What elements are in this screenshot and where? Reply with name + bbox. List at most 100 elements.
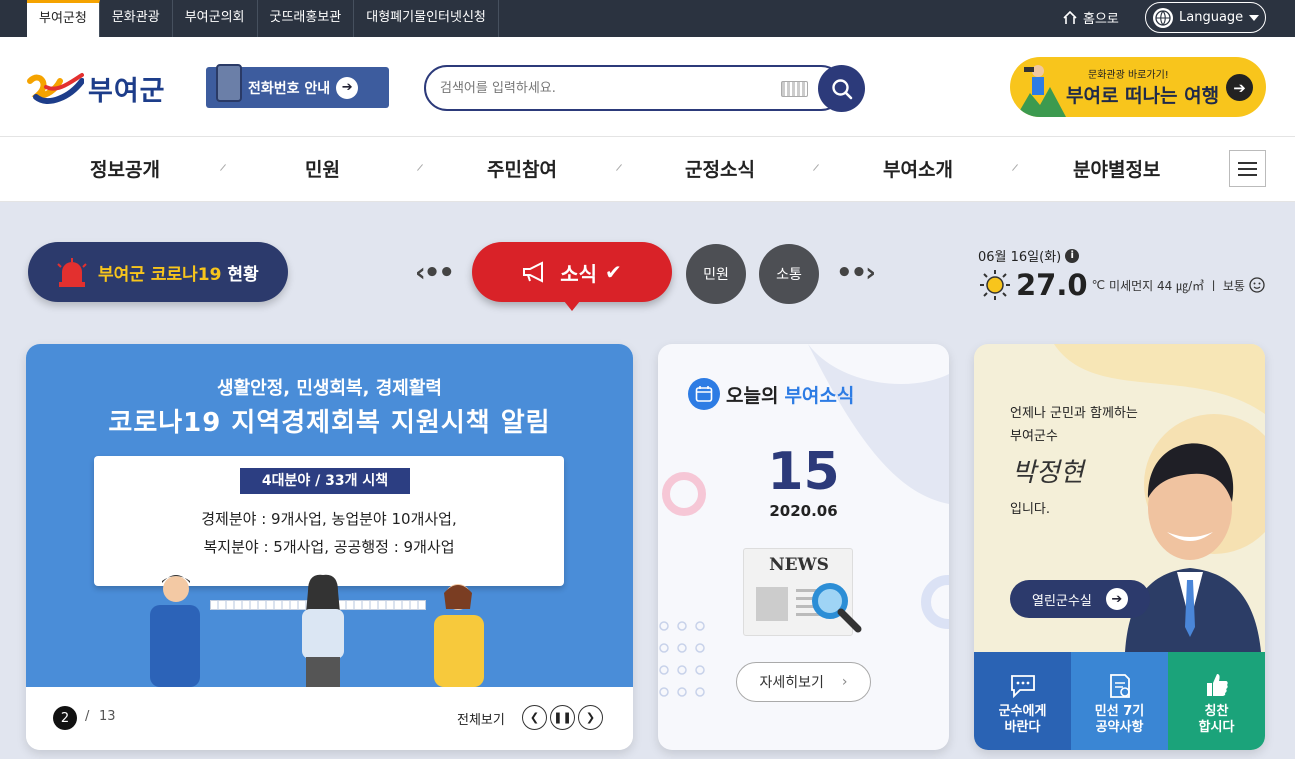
home-icon [1063,10,1077,24]
covid-status-label: 부여군 코로나19 현황 [98,260,259,285]
covid-label-suffix: 현황 [227,264,259,285]
main-content: 부여군 코로나19 현황 ‹•• 소식 ✔ 민원 소통 ••› 06월 16일(… [0,202,1295,759]
tab-culture-tourism[interactable]: 문화관광 [100,0,173,37]
menu-line [1238,161,1257,164]
banner-subtitle: 문화관광 바로가기! [1088,70,1169,81]
phone-guide-button[interactable]: 전화번호 안내 ➔ [206,63,389,108]
open-mayor-office-button[interactable]: 열린군수실 ➔ [1010,580,1150,618]
slide-line-1: 경제분야 : 9개사업, 농업분야 10개사업, [201,510,457,528]
covid-status-button[interactable]: 부여군 코로나19 현황 [28,242,288,302]
mayor-intro-line-3: 입니다. [1010,502,1051,517]
mayor-intro-line-1: 언제나 군민과 함께하는 [1010,406,1138,421]
tab-buyeo-county[interactable]: 부여군청 [27,0,100,37]
header: 부여군 전화번호 안내 ➔ 문화관광 바로가기! 부여로 떠나는 여행 ➔ [0,37,1295,137]
home-link[interactable]: 홈으로 [1062,8,1119,27]
tab-communication[interactable]: 소통 [759,244,819,304]
tab-news-label: 소식 [560,261,598,286]
search-box [424,65,844,111]
person-illustration [434,584,484,687]
date-text: 06월 16일(화) [978,250,1062,265]
next-tab-arrow[interactable]: ••› [836,258,876,288]
globe-icon [1153,7,1173,28]
person-illustration [302,574,344,687]
search-input[interactable] [440,67,770,109]
newspaper-icon[interactable]: NEWS [743,548,862,636]
tab-news[interactable]: 소식 ✔ [472,242,672,311]
tab-civil[interactable]: 민원 [686,244,746,304]
nav-field-info[interactable]: 분야별정보 [1073,155,1160,182]
today-day: 15 [767,442,840,502]
menu-line [1238,173,1257,176]
tab-county-council[interactable]: 부여군의회 [173,0,258,37]
detail-view-button[interactable]: 자세히보기 › [736,662,871,702]
newspaper-photo [756,587,788,621]
arrow-right-icon: ➔ [336,76,359,99]
mayor-intro-line-2: 부여군수 [1010,429,1058,444]
smartphone-icon [216,63,242,102]
view-all-link[interactable]: 전체보기 [457,709,505,728]
slide-subtitle: 생활안정, 민생회복, 경제활력 [217,378,442,399]
tile-request-to-mayor[interactable]: 군수에게 바란다 [974,652,1071,750]
phone-guide-label: 전화번호 안내 [248,80,331,97]
language-label: Language [1179,10,1244,25]
tile-compliment[interactable]: 칭찬 합시다 [1168,652,1265,750]
today-news-title: 오늘의 부여소식 [688,378,854,410]
tab-large-waste[interactable]: 대형폐기물인터넷신청 [354,0,499,37]
nav-participation[interactable]: 주민참여 [487,155,557,182]
fine-dust-info: 미세먼지 44 ㎍/㎥ ㅣ 보통 [1109,278,1245,293]
thumbs-up-icon [1206,674,1228,696]
search-button[interactable] [818,65,865,112]
temperature: 27.0 [1016,268,1088,302]
hamburger-menu-button[interactable] [1229,150,1266,187]
traveler-illustration [1016,65,1066,117]
search-icon [831,78,852,99]
title-highlight: 부여소식 [784,384,855,407]
logo-emblem-icon [27,73,84,104]
smile-icon [1249,277,1265,293]
nav-civil-affairs[interactable]: 민원 [305,155,340,182]
tile-label: 칭찬 합시다 [1198,704,1235,735]
tile-election-pledges[interactable]: 민선 7기 공약사항 [1071,652,1168,750]
pause-slide-button[interactable]: ❚❚ [550,705,575,730]
nav-county-news[interactable]: 군정소식 [685,155,755,182]
speech-bubble-icon [1010,675,1035,698]
info-icon[interactable]: i [1065,248,1080,263]
logo-text: 부여군 [88,75,166,107]
tourism-banner[interactable]: 문화관광 바로가기! 부여로 떠나는 여행 ➔ [1010,57,1266,117]
sun-icon [980,270,1010,300]
next-slide-button[interactable]: ❯ [578,705,603,730]
arrow-right-icon: ➔ [1105,588,1128,610]
mayor-card: 언제나 군민과 함께하는 부여군수 박정현 입니다. 열린군수실 ➔ 군수에게 … [974,344,1265,750]
total-slides: 13 [99,709,116,724]
site-logo[interactable]: 부여군 [26,67,166,109]
weather-date: 06월 16일(화) i [978,246,1080,265]
slide-image[interactable]: 생활안정, 민생회복, 경제활력 코로나19 지역경제회복 지원시책 알림 4대… [26,344,633,687]
slide-line-2: 복지분야 : 5개사업, 공공행정 : 9개사업 [203,538,455,556]
nav-info-disclosure[interactable]: 정보공개 [90,155,160,182]
tile-label: 민선 7기 공약사항 [1094,704,1145,735]
title-prefix: 오늘의 [726,384,779,407]
slide-title: 코로나19 지역경제회복 지원시책 알림 [108,408,551,438]
site-tabs: 부여군청 문화관광 부여군의회 굿뜨래홍보관 대형폐기물인터넷신청 [27,0,499,37]
nav-separator [417,164,423,171]
keyboard-icon[interactable] [781,81,808,97]
document-check-icon [1109,674,1130,698]
caret-down-icon [1249,14,1260,21]
megaphone-icon [523,261,544,283]
open-mayor-office-label: 열린군수실 [1032,593,1092,609]
main-navigation: 정보공개 민원 주민참여 군정소식 부여소개 분야별정보 [0,137,1295,202]
nav-about-buyeo[interactable]: 부여소개 [883,155,953,182]
siren-icon [57,258,87,287]
nav-separator [1012,164,1018,171]
language-select[interactable]: Language [1145,2,1266,33]
today-news-card: 오늘의 부여소식 15 2020.06 NEWS 자세히보기 › [658,344,949,750]
prev-slide-button[interactable]: ❮ [522,705,547,730]
temperature-unit: ℃ [1091,278,1106,292]
nav-separator [813,164,819,171]
top-bar: 부여군청 문화관광 부여군의회 굿뜨래홍보관 대형폐기물인터넷신청 홈으로 La… [0,0,1295,37]
prev-tab-arrow[interactable]: ‹•• [415,258,455,288]
home-label: 홈으로 [1083,12,1119,27]
detail-view-label: 자세히보기 [759,675,824,691]
tab-goodtrae-pr[interactable]: 굿뜨래홍보관 [258,0,355,37]
menu-line [1238,167,1257,170]
